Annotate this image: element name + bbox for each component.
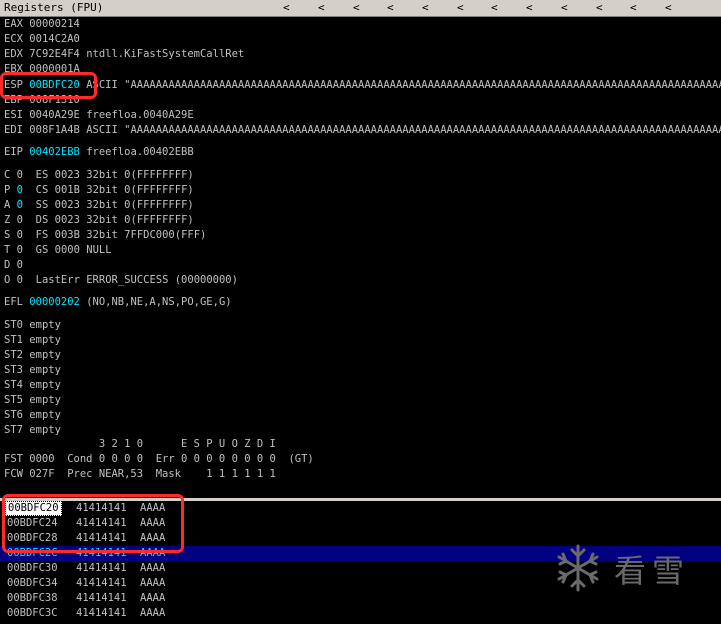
snowflake-icon: [557, 544, 599, 592]
register-edi[interactable]: EDI 008F1A4B ASCII "AAAAAAAAAAAAAAAAAAAA…: [4, 123, 721, 138]
fpu-st4[interactable]: ST4 empty: [4, 378, 61, 393]
efl-row[interactable]: EFL 00000202 (NO,NB,NE,A,NS,PO,GE,G): [4, 295, 232, 310]
eip-value: 00402EBB: [29, 146, 80, 158]
nav-arrow-4[interactable]: <: [387, 1, 394, 15]
flag-row-a[interactable]: A 0 SS 0023 32bit 0(FFFFFFFF): [4, 198, 194, 213]
watermark: 看雪: [552, 542, 712, 594]
flag-row-p[interactable]: P 0 CS 001B 32bit 0(FFFFFFFF): [4, 183, 194, 198]
registers-title-bar: Registers (FPU) < < < < < < < < < < < <: [0, 0, 721, 17]
fst-row[interactable]: FST 0000 Cond 0 0 0 0 Err 0 0 0 0 0 0 0 …: [4, 452, 314, 467]
fpu-st2[interactable]: ST2 empty: [4, 348, 61, 363]
nav-arrow-6[interactable]: <: [457, 1, 464, 15]
flag-row-s[interactable]: S 0 FS 003B 32bit 7FFDC000(FFF): [4, 228, 206, 243]
stack-row[interactable]: 00BDFC24 41414141 AAAA: [0, 516, 721, 531]
register-ebp[interactable]: EBP 008F1310: [4, 93, 80, 108]
flag-row-d[interactable]: D 0: [4, 258, 23, 273]
efl-value: 00000202: [29, 296, 80, 308]
fpu-st7[interactable]: ST7 empty: [4, 423, 61, 438]
nav-arrow-5[interactable]: <: [422, 1, 429, 15]
fpu-st0[interactable]: ST0 empty: [4, 318, 61, 333]
fpu-st5[interactable]: ST5 empty: [4, 393, 61, 408]
register-edx[interactable]: EDX 7C92E4F4 ntdll.KiFastSystemCallRet: [4, 47, 244, 62]
fpu-st6[interactable]: ST6 empty: [4, 408, 61, 423]
nav-arrow-3[interactable]: <: [353, 1, 360, 15]
register-eax[interactable]: EAX 00000214: [4, 17, 80, 32]
flag-row-c[interactable]: C 0 ES 0023 32bit 0(FFFFFFFF): [4, 168, 194, 183]
nav-arrow-2[interactable]: <: [318, 1, 325, 15]
register-ecx[interactable]: ECX 0014C2A0: [4, 32, 80, 47]
fpu-st3[interactable]: ST3 empty: [4, 363, 61, 378]
fcw-row[interactable]: FCW 027F Prec NEAR,53 Mask 1 1 1 1 1 1: [4, 467, 276, 482]
lasterr-row[interactable]: O 0 LastErr ERROR_SUCCESS (00000000): [4, 273, 238, 288]
nav-arrow-7[interactable]: <: [491, 1, 498, 15]
registers-pane[interactable]: EAX 00000214 ECX 0014C2A0 EDX 7C92E4F4 n…: [0, 17, 721, 498]
nav-arrow-10[interactable]: <: [596, 1, 603, 15]
register-esi[interactable]: ESI 0040A29E freefloa.0040A29E: [4, 108, 194, 123]
stack-row[interactable]: 00BDFC3C 41414141 AAAA: [0, 606, 721, 621]
nav-arrow-11[interactable]: <: [630, 1, 637, 15]
stack-row[interactable]: 00BDFC20 41414141 AAAA: [0, 501, 721, 516]
nav-arrow-9[interactable]: <: [561, 1, 568, 15]
flag-row-t[interactable]: T 0 GS 0000 NULL: [4, 243, 112, 258]
esp-value: 00BDFC20: [29, 79, 80, 91]
flag-row-z[interactable]: Z 0 DS 0023 32bit 0(FFFFFFFF): [4, 213, 194, 228]
register-esp[interactable]: ESP 00BDFC20 ASCII "AAAAAAAAAAAAAAAAAAAA…: [4, 78, 721, 93]
register-eip[interactable]: EIP 00402EBB freefloa.00402EBB: [4, 145, 194, 160]
register-ebx[interactable]: EBX 0000001A: [4, 62, 80, 77]
watermark-text: 看雪: [614, 552, 691, 590]
window-title: Registers (FPU): [4, 1, 104, 14]
nav-arrow-12[interactable]: <: [665, 1, 672, 15]
nav-arrow-1[interactable]: <: [283, 1, 290, 15]
nav-arrow-8[interactable]: <: [526, 1, 533, 15]
fpu-st1[interactable]: ST1 empty: [4, 333, 61, 348]
fpu-flag-header: 3 2 1 0 E S P U O Z D I: [4, 438, 276, 450]
